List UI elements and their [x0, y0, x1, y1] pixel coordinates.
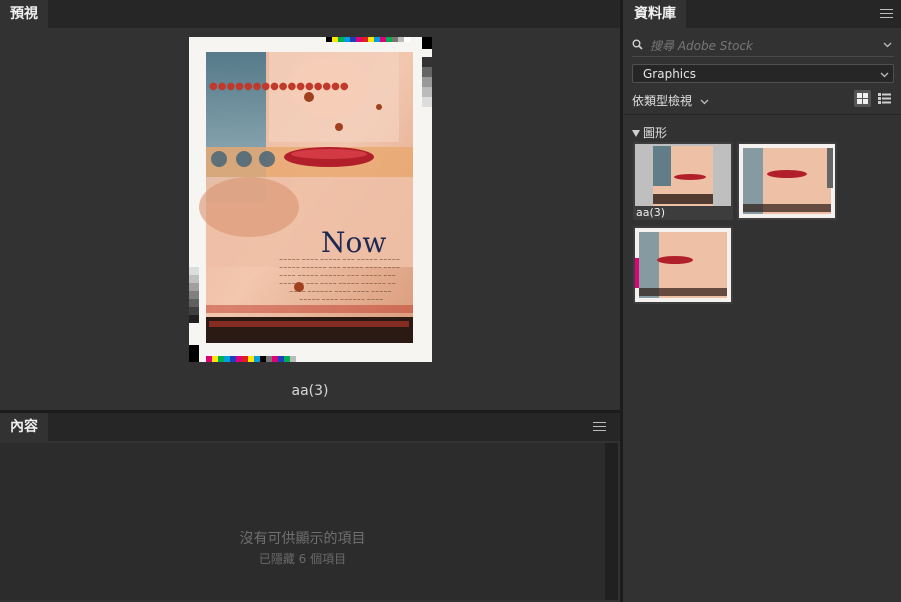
menu-icon[interactable] [593, 422, 606, 432]
library-select-value: Graphics [643, 67, 696, 81]
library-select[interactable]: Graphics [632, 64, 894, 83]
svg-text:~~~~~ ~~~~ ~~~~~ ~~~ ~~~~~ ~~~: ~~~~~ ~~~~ ~~~~~ ~~~ ~~~~~ ~~~~~ [279, 257, 400, 263]
view-by-dropdown[interactable]: 依類型檢視 [632, 92, 709, 109]
search-input[interactable] [648, 34, 872, 58]
tab-libraries[interactable]: 資料庫 [624, 0, 686, 28]
list-view-icon [878, 93, 891, 104]
search-icon [632, 39, 643, 50]
grid-view-icon [857, 93, 868, 104]
svg-text:●●●●●●●●●●●●●●●●: ●●●●●●●●●●●●●●●● [209, 81, 349, 92]
group-header[interactable]: 圖形 [632, 124, 667, 141]
search-bar [632, 34, 894, 58]
library-item-label: aa(3) [633, 206, 733, 220]
tab-content[interactable]: 內容 [0, 413, 48, 441]
document-preview-image: ●●●●●●●●●●●●●●●● Now ~~~~~ ~~~~ ~~~~~ ~~… [189, 37, 432, 362]
library-item-thumbnail [635, 228, 731, 302]
grid-view-button[interactable] [854, 90, 871, 107]
svg-text:~~~~~ ~~~~ ~~~~~~ ~~~~: ~~~~~ ~~~~ ~~~~~~ ~~~~ [299, 297, 383, 303]
empty-message: 沒有可供顯示的項目 [239, 531, 366, 547]
preview-filename: aa(3) [291, 383, 329, 399]
content-tabbar: 內容 [0, 413, 620, 441]
preview-panel: 預視 ●●●●●●●●●●●●●●●● Now ~~~~~ ~~~~ ~~~~~… [0, 0, 620, 410]
svg-text:~~~~ ~~~~~ ~~~~~~ ~~~ ~~~~~ ~~: ~~~~ ~~~~~ ~~~~~~ ~~~ ~~~~~ ~~~ [279, 273, 396, 279]
triangle-down-icon [632, 130, 640, 137]
panel-divider[interactable] [620, 0, 623, 602]
divider [624, 114, 901, 115]
svg-text:~~~~ ~~~~~~ ~~~~ ~~~~ ~~~~~: ~~~~ ~~~~~~ ~~~~ ~~~~ ~~~~~ [289, 289, 392, 295]
hidden-items-message: 已隱藏 6 個項目 [258, 552, 347, 566]
svg-text:~~~~~ ~~~~~~ ~~~ ~~~~~ ~~~~ ~~: ~~~~~ ~~~~~~ ~~~ ~~~~~ ~~~~ ~~~~ [279, 265, 400, 271]
libraries-tabbar: 資料庫 [624, 0, 901, 28]
vertical-scrollbar[interactable] [605, 443, 618, 600]
library-item[interactable] [633, 226, 733, 304]
view-by-label: 依類型檢視 [632, 94, 693, 108]
preview-tabbar: 預視 [0, 0, 620, 28]
content-panel: 內容 沒有可供顯示的項目 已隱藏 6 個項目 [0, 413, 620, 602]
libraries-panel: 資料庫 Graphics 依類型檢視 [624, 0, 901, 602]
list-view-button[interactable] [876, 90, 893, 107]
library-item[interactable]: aa(3) [633, 142, 733, 220]
chevron-down-icon [880, 72, 889, 78]
group-name: 圖形 [643, 126, 668, 140]
content-list: 沒有可供顯示的項目 已隱藏 6 個項目 [0, 443, 605, 600]
menu-icon[interactable] [880, 9, 893, 19]
chevron-down-icon [700, 99, 709, 104]
chevron-down-icon[interactable] [883, 42, 892, 48]
library-item[interactable] [737, 142, 837, 220]
tab-preview[interactable]: 預視 [0, 0, 48, 28]
doc-headline: Now [321, 226, 386, 259]
library-item-thumbnail [739, 144, 835, 218]
